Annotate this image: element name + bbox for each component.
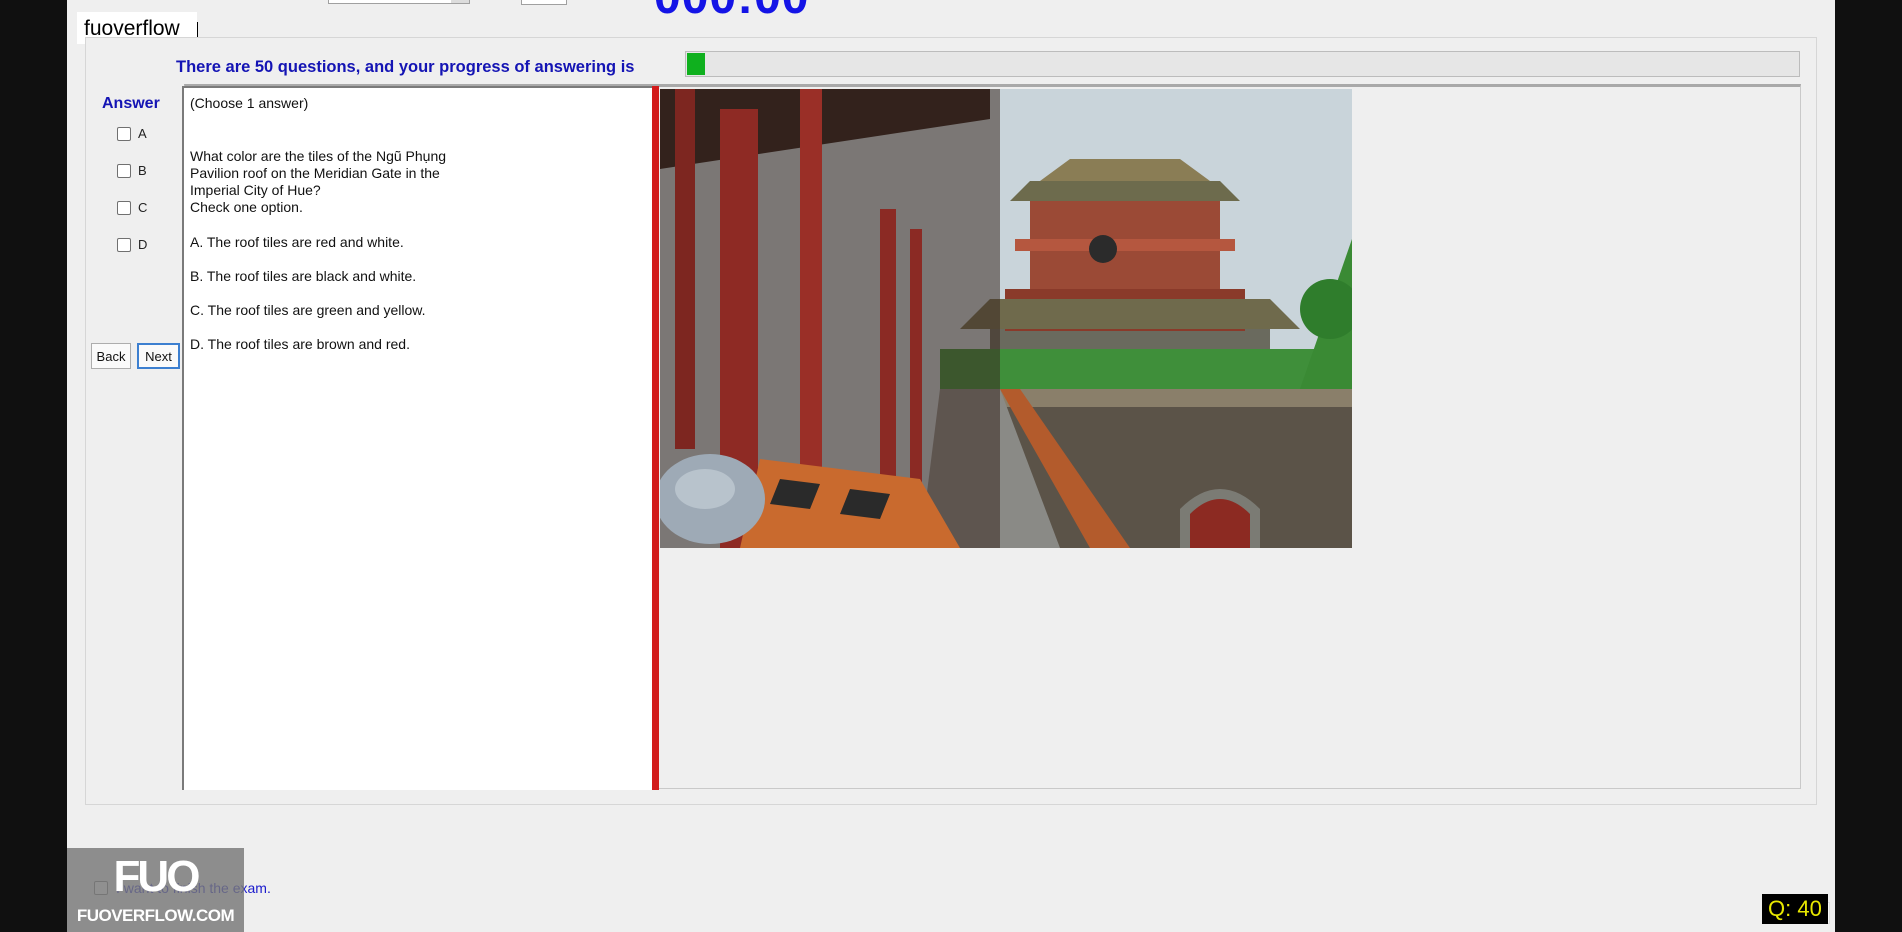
choice-a: A. The roof tiles are red and white. (190, 234, 404, 250)
answer-option-c[interactable]: C (117, 200, 147, 215)
panel-splitter[interactable] (652, 86, 659, 790)
answer-option-label: B (138, 163, 147, 178)
choice-b: B. The roof tiles are black and white. (190, 268, 417, 284)
exam-window: fuoverflow 000:00 There are 50 questions… (67, 0, 1835, 932)
exam-timer: 000:00 (654, 0, 809, 25)
answer-heading: Answer (102, 95, 160, 112)
top-dropdown[interactable] (328, 0, 470, 4)
progress-label: There are 50 questions, and your progres… (176, 58, 635, 76)
back-button[interactable]: Back (91, 343, 131, 369)
checkbox-b[interactable] (117, 163, 131, 178)
question-count-badge: Q: 40 (1762, 894, 1828, 924)
logo-site: FUOVERFLOW.COM (76, 906, 235, 925)
progress-bar (685, 51, 1800, 77)
choice-c: C. The roof tiles are green and yellow. (190, 302, 426, 318)
answer-option-b[interactable]: B (117, 163, 147, 178)
answer-option-a[interactable]: A (117, 126, 147, 141)
choice-d: D. The roof tiles are brown and red. (190, 336, 410, 352)
logo-mark: FUO (113, 852, 201, 901)
question-text: What color are the tiles of the Ngũ Phụn… (190, 148, 447, 215)
answer-option-d[interactable]: D (117, 237, 147, 252)
answer-option-label: C (138, 200, 148, 215)
dropdown-arrow-icon (451, 0, 469, 3)
next-button[interactable]: Next (137, 343, 180, 369)
fuoverflow-watermark-logo: FUO FUOVERFLOW.COM (67, 848, 244, 932)
question-instruction: (Choose 1 answer) (190, 95, 309, 111)
answer-option-label: A (138, 126, 147, 141)
checkbox-a[interactable] (117, 126, 131, 141)
checkbox-d[interactable] (117, 237, 131, 252)
question-panel: (Choose 1 answer) What color are the til… (182, 86, 652, 790)
answer-option-label: D (138, 237, 148, 252)
checkbox-c[interactable] (117, 200, 131, 215)
question-image (660, 89, 1352, 548)
top-input[interactable] (521, 0, 567, 5)
progress-fill (687, 53, 705, 75)
